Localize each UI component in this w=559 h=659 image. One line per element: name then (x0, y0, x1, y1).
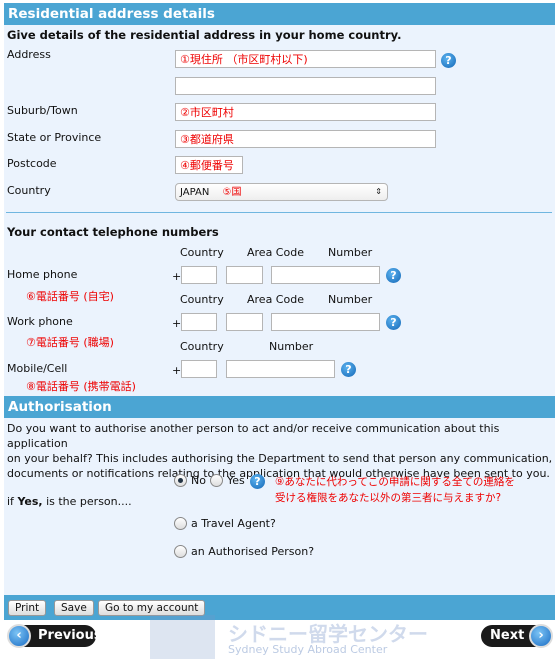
postcode-input[interactable]: ④郵便番号 (175, 156, 243, 174)
mobile-country-input[interactable] (181, 360, 217, 378)
plus-sign: + (172, 364, 182, 377)
save-button[interactable]: Save (54, 600, 94, 616)
plus-sign: + (172, 317, 182, 330)
work-phone-label: Work phone (7, 315, 73, 328)
travel-agent-label: a Travel Agent? (191, 517, 276, 530)
work-area-input[interactable] (226, 313, 263, 331)
mobile-phone-label: Mobile/Cell (7, 362, 68, 375)
go-to-account-button[interactable]: Go to my account (98, 600, 206, 616)
help-icon[interactable]: ? (441, 53, 456, 68)
phones-title: Your contact telephone numbers (7, 225, 219, 239)
help-icon[interactable]: ? (386, 268, 401, 283)
next-button[interactable]: Next › (481, 624, 553, 648)
help-icon[interactable]: ? (250, 474, 265, 489)
section-header-authorisation: Authorisation (4, 396, 555, 418)
home-note: ⑥電話番号 (自宅) (26, 290, 114, 303)
mobile-number-input[interactable] (226, 360, 335, 378)
divider (6, 212, 552, 213)
help-icon[interactable]: ? (341, 362, 356, 377)
radio-no[interactable] (174, 474, 187, 487)
home-area-input[interactable] (226, 266, 263, 284)
address-line1-input[interactable]: ①現住所 （市区町村以下) (175, 50, 436, 68)
address-line2-input[interactable] (175, 77, 436, 95)
question-line: on your behalf? This includes authorisin… (7, 452, 553, 465)
print-button[interactable]: Print (8, 600, 47, 616)
form-panel (4, 3, 555, 620)
watermark-logo (150, 615, 215, 659)
work-country-input[interactable] (181, 313, 217, 331)
col-number: Number (328, 293, 373, 306)
previous-button[interactable]: ‹ Previous (7, 624, 102, 648)
residential-subtitle: Give details of the residential address … (7, 28, 402, 42)
mobile-note: ⑧電話番号 (携帯電話) (26, 380, 136, 393)
col-number: Number (328, 246, 373, 259)
suburb-label: Suburb/Town (7, 104, 78, 117)
address-label: Address (7, 48, 51, 61)
country-note: ⑤国 (222, 187, 242, 198)
watermark-en: Sydney Study Abroad Center (228, 643, 388, 656)
auth-note-line2: 受ける権限をあなた以外の第三者に与えますか? (275, 492, 502, 504)
col-number: Number (269, 340, 314, 353)
help-icon[interactable]: ? (386, 315, 401, 330)
plus-sign: + (172, 270, 182, 283)
radio-authorised-person[interactable] (174, 545, 187, 558)
home-number-input[interactable] (271, 266, 380, 284)
section-header-residential: Residential address details (4, 3, 555, 25)
country-value: JAPAN (180, 187, 210, 198)
home-country-input[interactable] (181, 266, 217, 284)
radio-yes-label: Yes (227, 474, 245, 487)
col-country: Country (180, 340, 224, 353)
col-country: Country (180, 293, 224, 306)
home-phone-label: Home phone (7, 268, 78, 281)
chevron-left-icon: ‹ (7, 624, 31, 648)
radio-travel-agent[interactable] (174, 517, 187, 530)
country-select[interactable]: JAPAN ⑤国 ⇕ (175, 183, 388, 201)
radio-no-label: No (191, 474, 206, 487)
col-area: Area Code (247, 246, 304, 259)
state-label: State or Province (7, 131, 102, 144)
state-input[interactable]: ③都道府県 (175, 130, 436, 148)
select-arrows-icon: ⇕ (375, 187, 382, 196)
col-country: Country (180, 246, 224, 259)
radio-yes[interactable] (210, 474, 223, 487)
authorised-person-label: an Authorised Person? (191, 545, 315, 558)
suburb-input[interactable]: ②市区町村 (175, 103, 436, 121)
country-label: Country (7, 184, 51, 197)
auth-question: Do you want to authorise another person … (7, 421, 555, 481)
postcode-label: Postcode (7, 157, 57, 170)
work-number-input[interactable] (271, 313, 380, 331)
chevron-right-icon: › (529, 624, 553, 648)
auth-note-line1: ⑨あなたに代わってこの申請に関する全ての連絡を (275, 476, 515, 488)
work-note: ⑦電話番号 (職場) (26, 336, 114, 349)
col-area: Area Code (247, 293, 304, 306)
if-yes-label: if Yes, is the person.... (7, 495, 132, 508)
question-line: Do you want to authorise another person … (7, 422, 500, 450)
